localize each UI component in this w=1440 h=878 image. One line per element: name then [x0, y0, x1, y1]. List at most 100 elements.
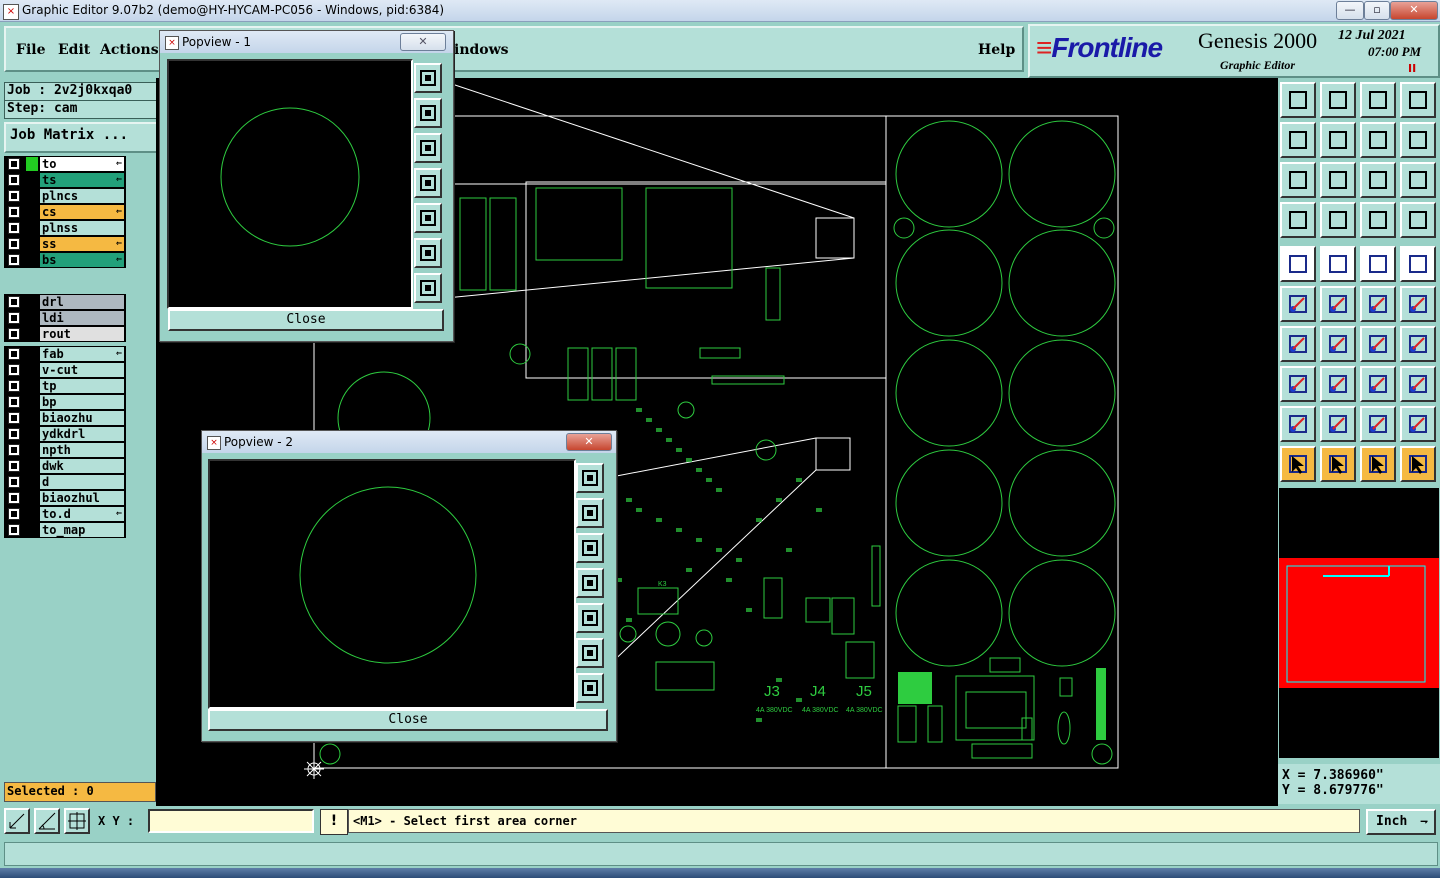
pointer-2-icon[interactable]	[1320, 446, 1356, 482]
triangle-a-icon[interactable]	[1280, 406, 1316, 442]
layer-name[interactable]: bp	[40, 395, 124, 409]
layer-affected-indicator[interactable]	[26, 459, 38, 473]
measure-icon[interactable]	[34, 808, 60, 834]
shape-pack-icon[interactable]	[1400, 366, 1436, 402]
snap-red-2-icon[interactable]	[1400, 202, 1436, 238]
layer-checkbox[interactable]	[8, 238, 20, 250]
layer-affected-indicator[interactable]	[26, 173, 38, 187]
layer-affected-indicator[interactable]	[26, 443, 38, 457]
layer-name[interactable]: biaozhul	[40, 491, 124, 505]
popview-1-close-button[interactable]: Close	[168, 309, 444, 331]
rotate-icon[interactable]	[1360, 326, 1396, 362]
menu-file[interactable]: File	[16, 42, 45, 58]
layer-name[interactable]: to.d ⇐	[40, 507, 124, 521]
popview-1-titlebar[interactable]: × Popview - 1 ✕	[160, 31, 453, 53]
layer-checkbox[interactable]	[8, 296, 20, 308]
menu-help[interactable]: Help	[978, 42, 1015, 58]
cross-x-icon[interactable]	[1320, 286, 1356, 322]
layer-checkbox[interactable]	[8, 222, 20, 234]
route-node-icon[interactable]	[1280, 366, 1316, 402]
menu-edit[interactable]: Edit	[58, 42, 90, 58]
snap-red-icon[interactable]	[1360, 202, 1396, 238]
popview-2-close-button[interactable]: Close	[208, 709, 608, 731]
layer-checkbox[interactable]	[8, 174, 20, 186]
maximize-button[interactable]: ▫	[1364, 1, 1390, 20]
pad-connect-icon[interactable]	[1280, 286, 1316, 322]
pointer-3-icon[interactable]	[1360, 446, 1396, 482]
popview-zoom-home-icon[interactable]	[576, 498, 604, 528]
layer-row-ss[interactable]: ss ⇐	[4, 236, 126, 252]
layer-row-cs[interactable]: cs ⇐	[4, 204, 126, 220]
layer-affected-indicator[interactable]	[26, 363, 38, 377]
layer-affected-indicator[interactable]	[26, 253, 38, 267]
line-red-dot-2-icon[interactable]	[1400, 286, 1436, 322]
popview-pan-right-icon[interactable]	[576, 603, 604, 633]
units-select[interactable]: Inch ⇁	[1366, 809, 1436, 835]
layer-name[interactable]: ss ⇐	[40, 237, 124, 251]
layer-name[interactable]: rout	[40, 327, 124, 341]
popview-1-close-x[interactable]: ✕	[400, 33, 446, 51]
triangle-d-icon[interactable]	[1400, 406, 1436, 442]
layer-checkbox[interactable]	[8, 412, 20, 424]
popview-zoom-out-icon[interactable]	[576, 533, 604, 563]
popview-zoom-in-icon[interactable]	[414, 63, 442, 93]
job-matrix-button[interactable]: Job Matrix ...	[4, 122, 160, 153]
snap-grid-icon[interactable]	[64, 808, 90, 834]
line-horiz-icon[interactable]	[1320, 366, 1356, 402]
popview-fit-icon[interactable]	[576, 638, 604, 668]
layer-affected-indicator[interactable]	[26, 327, 38, 341]
layer-name[interactable]: to_map	[40, 523, 124, 537]
layer-affected-indicator[interactable]	[26, 507, 38, 521]
layer-checkbox[interactable]	[8, 476, 20, 488]
popview-pan-right-icon[interactable]	[414, 203, 442, 233]
layer-name[interactable]: ts ⇐	[40, 173, 124, 187]
minimize-button[interactable]: —	[1336, 1, 1364, 20]
settings-icon[interactable]	[1280, 202, 1316, 238]
layer-name[interactable]: d	[40, 475, 124, 489]
layer-affected-indicator[interactable]	[26, 411, 38, 425]
layer-row-plncs[interactable]: plncs	[4, 188, 126, 204]
layer-row-fab[interactable]: fab ⇐	[4, 346, 126, 362]
layer-row-plnss[interactable]: plnss	[4, 220, 126, 236]
layer-row-ldi[interactable]: ldi	[4, 310, 126, 326]
layer-row-to.d[interactable]: to.d ⇐	[4, 506, 126, 522]
layer-row-drl[interactable]: drl	[4, 294, 126, 310]
zoom-area-icon[interactable]	[4, 808, 30, 834]
layer-affected-indicator[interactable]	[26, 205, 38, 219]
help-icon[interactable]	[1400, 162, 1436, 198]
popview-2-view[interactable]	[208, 459, 576, 709]
layer-affected-indicator[interactable]	[26, 523, 38, 537]
popview-pan-left-icon[interactable]	[414, 168, 442, 198]
layer-row-d[interactable]: d	[4, 474, 126, 490]
align-icon[interactable]	[1400, 326, 1436, 362]
menu-actions[interactable]: Actions	[100, 42, 159, 58]
ratio-1-2-icon[interactable]	[1360, 162, 1396, 198]
layer-affected-indicator[interactable]	[26, 347, 38, 361]
popview-2-close-x[interactable]: ✕	[566, 433, 612, 451]
layer-affected-indicator[interactable]	[26, 295, 38, 309]
layer-row-v-cut[interactable]: v-cut	[4, 362, 126, 378]
layer-name[interactable]: npth	[40, 443, 124, 457]
grid-icon[interactable]	[1320, 202, 1356, 238]
popview-zoom-home-icon[interactable]	[414, 98, 442, 128]
popview-center-icon[interactable]	[576, 673, 604, 703]
circle-fill-icon[interactable]	[1400, 246, 1436, 282]
layer-row-biaozhul[interactable]: biaozhul	[4, 490, 126, 506]
layer-affected-indicator[interactable]	[26, 189, 38, 203]
line-diag-icon[interactable]	[1320, 326, 1356, 362]
layer-row-ydkdrl[interactable]: ydkdrl	[4, 426, 126, 442]
layer-checkbox[interactable]	[8, 444, 20, 456]
warning-button[interactable]: !	[320, 809, 348, 835]
zoom-center-icon[interactable]	[1320, 162, 1356, 198]
split-view-icon[interactable]	[1400, 82, 1436, 118]
layer-checkbox[interactable]	[8, 206, 20, 218]
zoom-home-icon[interactable]	[1280, 82, 1316, 118]
angle-red-icon[interactable]	[1280, 326, 1316, 362]
layer-checkbox[interactable]	[8, 380, 20, 392]
layer-name[interactable]: dwk	[40, 459, 124, 473]
layer-row-to[interactable]: to ⇐	[4, 156, 126, 172]
layer-name[interactable]: plncs	[40, 189, 124, 203]
popview-fit-icon[interactable]	[414, 238, 442, 268]
layer-checkbox[interactable]	[8, 460, 20, 472]
popview-zoom-in-icon[interactable]	[576, 463, 604, 493]
